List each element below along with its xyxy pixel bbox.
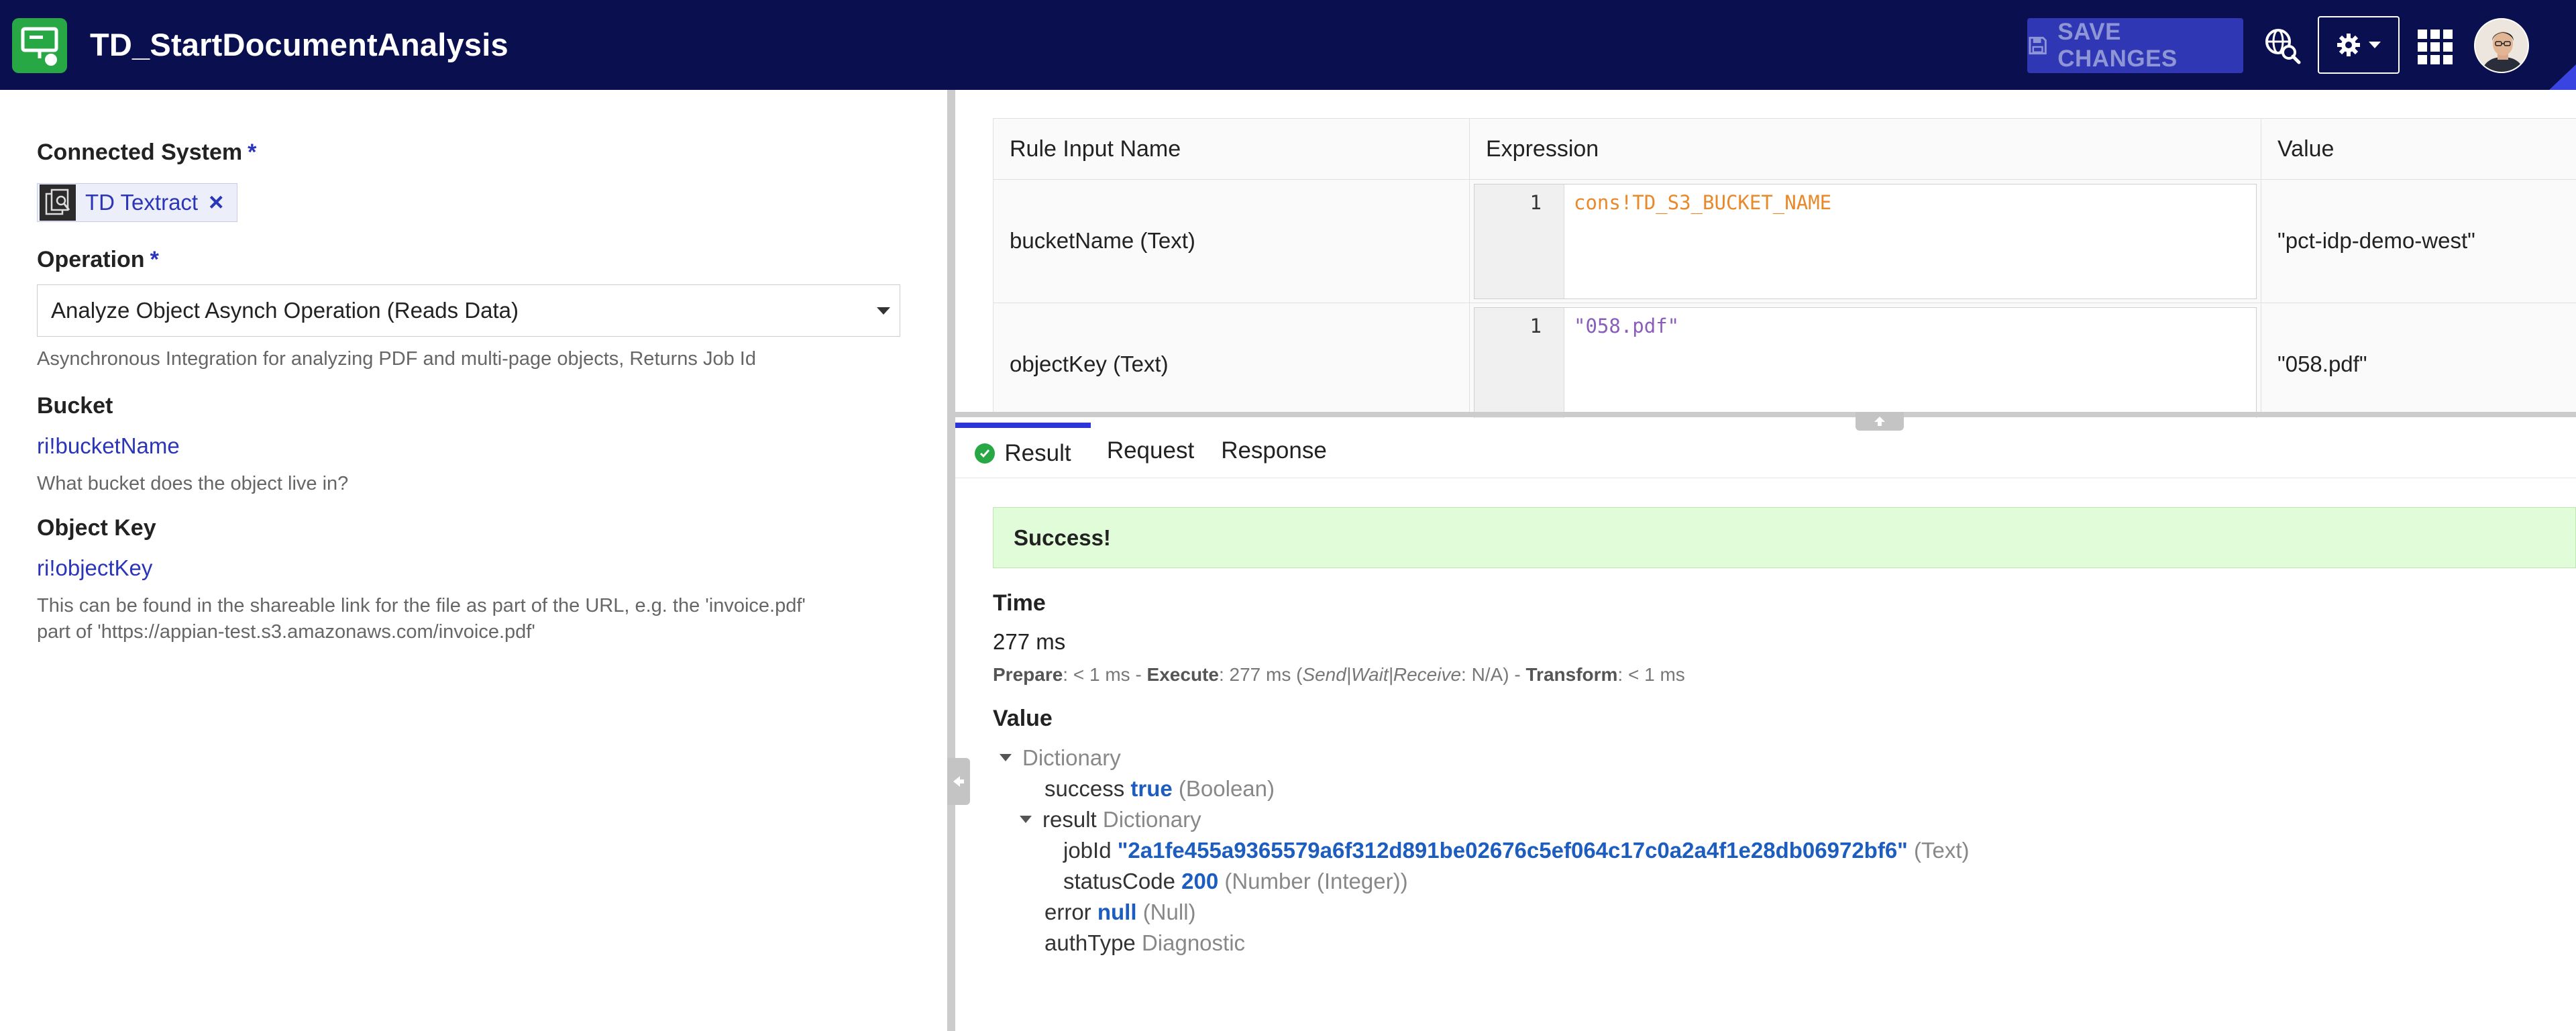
rule-input-name: bucketName (Text) — [1010, 228, 1195, 253]
connected-system-name[interactable]: TD Textract — [85, 190, 198, 215]
arrow-left-icon — [953, 776, 964, 787]
connected-system-label: Connected System * — [37, 140, 257, 165]
success-check-icon — [975, 443, 996, 464]
operation-dropdown[interactable]: Analyze Object Asynch Operation (Reads D… — [37, 284, 900, 337]
tree-node-error: error null (Null) — [1044, 900, 1196, 924]
object-key-label: Object Key — [37, 515, 156, 541]
tree-node-jobid: jobId "2a1fe455a9365579a6f312d891be02676… — [1063, 838, 1970, 863]
column-header-value: Value — [2261, 119, 2576, 180]
column-header-expression: Expression — [1470, 119, 2261, 180]
caret-down-icon — [2369, 42, 2381, 48]
vertical-splitter[interactable] — [947, 90, 955, 1031]
value-cell: "058.pdf" — [2261, 303, 2576, 414]
tab-label: Response — [1221, 437, 1327, 464]
expression-editor[interactable]: 1 cons!TD_S3_BUCKET_NAME — [1474, 184, 2257, 299]
object-search-icon[interactable] — [2262, 25, 2302, 66]
collapse-triangle-icon[interactable] — [1020, 815, 1032, 823]
connected-system-chip[interactable]: TD Textract × — [37, 183, 237, 222]
integration-config-panel: Connected System * TD Textract × Operatio… — [0, 90, 947, 1031]
expression-code[interactable]: cons!TD_S3_BUCKET_NAME — [1574, 191, 1831, 214]
bucket-expression-link[interactable]: ri!bucketName — [37, 433, 180, 459]
collapse-triangle-icon[interactable] — [1000, 753, 1012, 761]
app-launcher-icon[interactable] — [2418, 30, 2453, 64]
operation-help-text: Asynchronous Integration for analyzing P… — [37, 348, 756, 370]
object-key-help-text: This can be found in the shareable link … — [37, 595, 806, 643]
table-row: objectKey (Text) — [994, 303, 1470, 414]
required-marker: * — [150, 247, 159, 272]
expression-cell: 1 "058.pdf" — [1470, 303, 2261, 418]
remove-connected-system-icon[interactable]: × — [209, 190, 223, 215]
tree-node-authtype: authType Diagnostic — [1044, 930, 1246, 955]
user-avatar[interactable] — [2474, 18, 2529, 73]
tree-node-success: success true (Boolean) — [1044, 776, 1275, 801]
expression-cell: 1 cons!TD_S3_BUCKET_NAME — [1470, 180, 2261, 303]
object-key-expression-link[interactable]: ri!objectKey — [37, 555, 152, 581]
expression-code[interactable]: "058.pdf" — [1574, 315, 1679, 337]
dropdown-caret-icon — [877, 307, 890, 315]
editor-gutter: 1 — [1474, 184, 1564, 299]
time-value: 277 ms — [993, 629, 1066, 654]
top-bar: TD_StartDocumentAnalysis SAVE CHANGES — [0, 0, 2576, 90]
save-changes-button[interactable]: SAVE CHANGES — [2027, 18, 2243, 73]
tab-request[interactable]: Request — [1102, 423, 1199, 478]
required-marker: * — [248, 140, 257, 165]
horizontal-splitter[interactable] — [955, 412, 2576, 417]
value-cell: "pct-idp-demo-west" — [2261, 180, 2576, 303]
bucket-help-text: What bucket does the object live in? — [37, 473, 349, 494]
collapse-left-panel-handle[interactable] — [947, 758, 970, 805]
result-tabs: Result Request Response — [955, 423, 2576, 478]
tab-label: Request — [1106, 437, 1195, 464]
line-number: 1 — [1529, 191, 1542, 214]
settings-menu-button[interactable] — [2318, 16, 2400, 74]
success-banner: Success! — [993, 507, 2576, 568]
bucket-label: Bucket — [37, 393, 113, 419]
tab-response[interactable]: Response — [1214, 423, 1334, 478]
tree-node-statuscode: statusCode 200 (Number (Integer)) — [1063, 869, 1408, 893]
tab-result[interactable]: Result — [955, 423, 1091, 478]
line-number: 1 — [1529, 315, 1542, 337]
operation-selected-value: Analyze Object Asynch Operation (Reads D… — [51, 298, 519, 323]
value-label: Value — [993, 706, 1053, 731]
rule-input-name: objectKey (Text) — [1010, 351, 1169, 376]
floppy-disk-icon — [2029, 36, 2047, 55]
corner-accent — [2549, 64, 2576, 90]
tab-label: Result — [1004, 439, 1071, 466]
rule-inputs-table: Rule Input Name Expression Value bucketN… — [993, 118, 2576, 418]
timing-breakdown: Prepare: < 1 ms - Execute: 277 ms (Send|… — [993, 664, 1685, 685]
connected-system-icon — [40, 184, 76, 221]
gear-icon — [2337, 34, 2360, 56]
operation-label: Operation * — [37, 247, 159, 272]
table-row: bucketName (Text) — [994, 180, 1470, 303]
tree-node-root[interactable]: Dictionary — [1000, 743, 1121, 773]
time-label: Time — [993, 590, 1046, 616]
page-title: TD_StartDocumentAnalysis — [90, 27, 508, 62]
integration-logo-icon — [12, 18, 67, 73]
column-header-rule-input-name: Rule Input Name — [994, 119, 1470, 180]
expression-editor[interactable]: 1 "058.pdf" — [1474, 307, 2257, 418]
rule-input-value: "058.pdf" — [2277, 351, 2367, 376]
save-changes-label: SAVE CHANGES — [2057, 19, 2178, 72]
tree-node-result[interactable]: result Dictionary — [1020, 804, 1201, 835]
editor-gutter: 1 — [1474, 308, 1564, 418]
rule-input-value: "pct-idp-demo-west" — [2277, 228, 2475, 253]
